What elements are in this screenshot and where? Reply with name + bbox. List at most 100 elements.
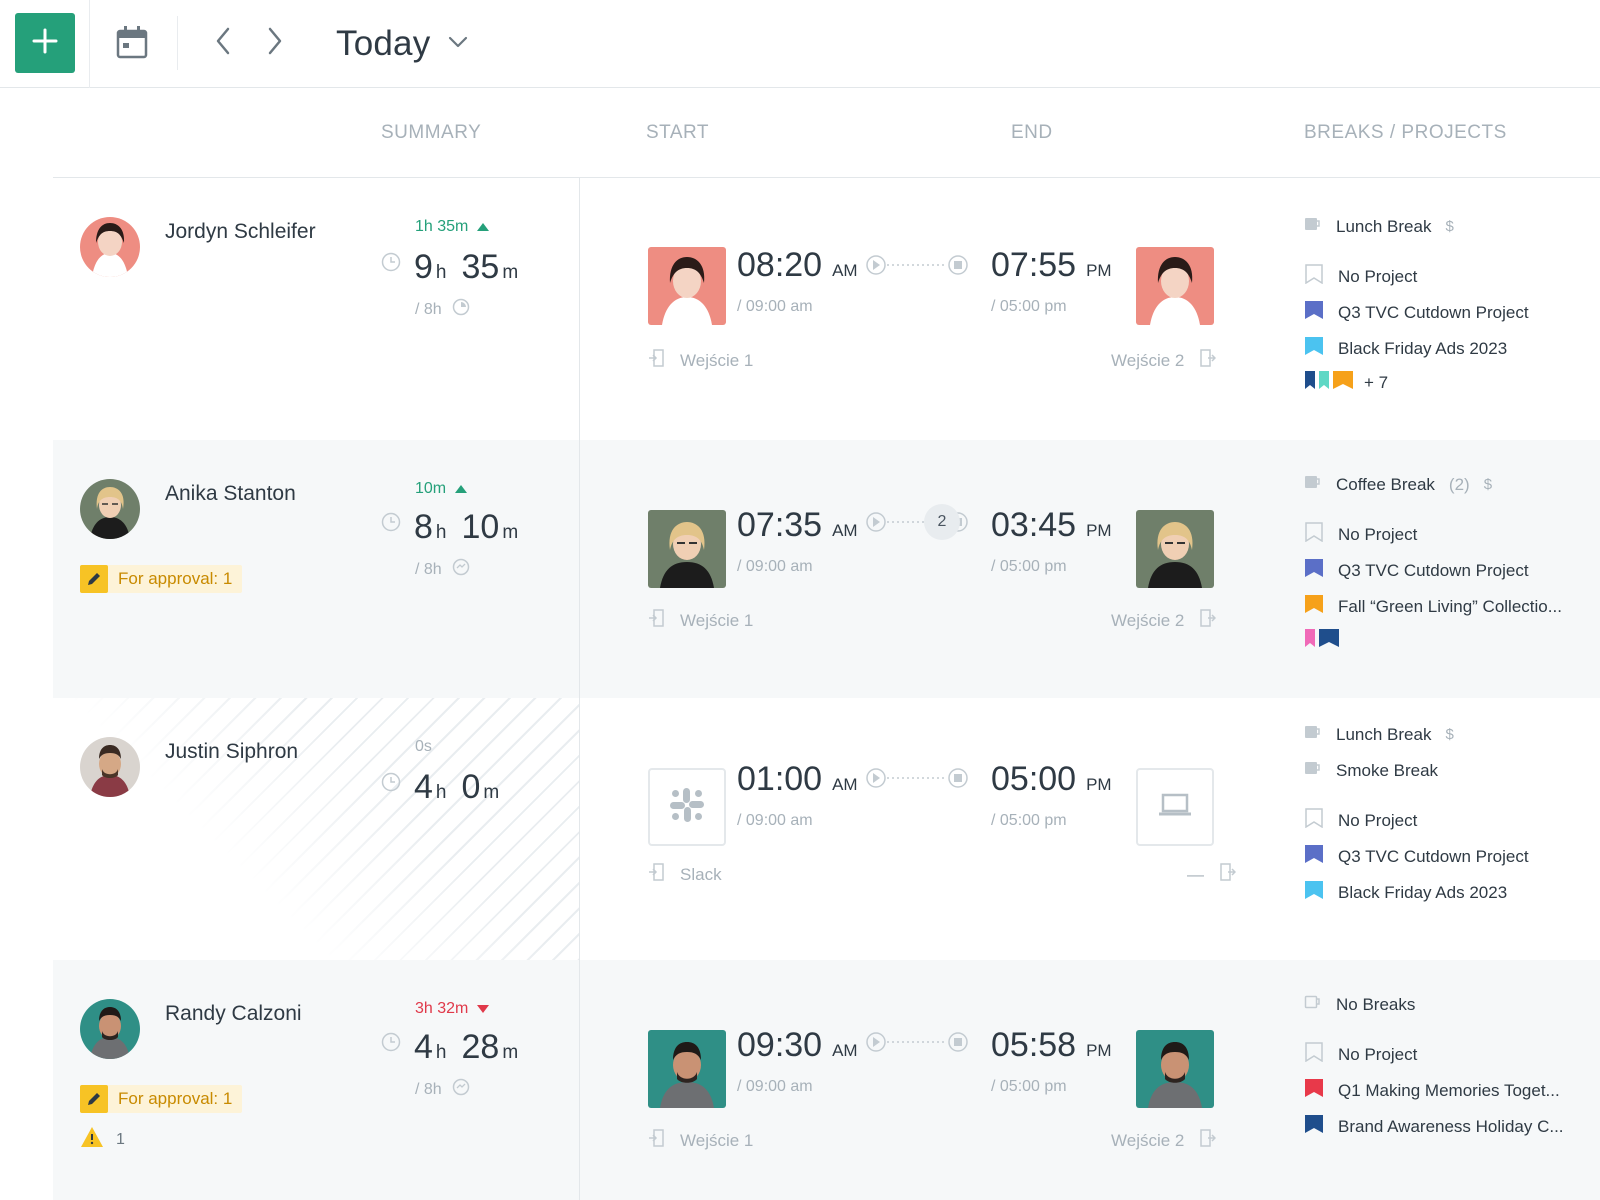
bookmark-icon — [1304, 844, 1324, 869]
clock-in-source: Slack — [648, 863, 722, 886]
calendar-button[interactable] — [112, 24, 152, 64]
project-item[interactable]: Black Friday Ads 2023 — [1304, 880, 1507, 905]
clock-in-photo[interactable] — [648, 510, 726, 588]
project-item[interactable]: Brand Awareness Holiday C... — [1304, 1114, 1564, 1139]
total-worked-time: 4h 0m — [381, 768, 514, 807]
coffee-cup-icon — [1304, 474, 1322, 495]
avatar — [80, 737, 140, 797]
project-item[interactable]: No Project — [1304, 522, 1417, 547]
table-row[interactable]: Jordyn Schleifer 1h 35m 9h 35 m / 8h 08:2… — [53, 178, 1600, 440]
break-item[interactable]: Lunch Break $ — [1304, 216, 1454, 237]
person-name[interactable]: Anika Stanton — [165, 482, 296, 506]
start-ampm: AM — [832, 261, 858, 280]
target-hours: / 8h — [415, 298, 470, 321]
end-time[interactable]: 03:45 PM — [991, 506, 1112, 545]
project-item[interactable]: Q3 TVC Cutdown Project — [1304, 300, 1529, 325]
break-item[interactable]: Coffee Break (2) $ — [1304, 474, 1492, 495]
start-time-value: 09:30 — [737, 1026, 823, 1064]
add-entry-button[interactable] — [15, 13, 75, 73]
clock-in-photo[interactable] — [648, 1030, 726, 1108]
more-projects[interactable] — [1304, 628, 1340, 653]
minutes-unit: m — [502, 522, 519, 543]
hours-unit: h — [435, 1042, 447, 1063]
hours-unit: h — [435, 522, 447, 543]
clock-out-photo[interactable] — [1136, 1030, 1214, 1108]
break-item[interactable]: No Breaks — [1304, 994, 1415, 1015]
break-item[interactable]: Lunch Break $ — [1304, 724, 1454, 745]
bookmark-icon — [1304, 594, 1324, 619]
project-item[interactable]: No Project — [1304, 264, 1417, 289]
person-name[interactable]: Randy Calzoni — [165, 1002, 302, 1026]
for-approval-badge[interactable]: For approval: 1 — [80, 1085, 243, 1113]
start-time[interactable]: 01:00 AM — [737, 760, 858, 799]
target-value: / 8h — [415, 1080, 442, 1098]
next-day-button[interactable] — [257, 25, 293, 61]
person-name[interactable]: Justin Siphron — [165, 740, 298, 764]
minutes-value: 35 — [461, 248, 500, 286]
clock-in-device[interactable] — [648, 768, 726, 846]
bookmark-icon — [1304, 880, 1324, 905]
time-difference: 0s — [415, 738, 432, 756]
break-label: Coffee Break — [1336, 474, 1435, 494]
project-item[interactable]: Fall “Green Living” Collectio... — [1304, 594, 1562, 619]
hours-value: 4 — [414, 768, 433, 806]
planned-start: / 09:00 am — [737, 1078, 813, 1095]
start-time[interactable]: 07:35 AM — [737, 506, 858, 545]
end-time[interactable]: 07:55 PM — [991, 246, 1112, 285]
person-name[interactable]: Jordyn Schleifer — [165, 220, 316, 244]
table-row[interactable]: Anika Stanton For approval: 1 10m 8h 10 m… — [53, 440, 1600, 698]
arrow-up-icon — [455, 480, 468, 498]
more-projects[interactable]: + 7 — [1304, 370, 1388, 395]
clock-out-device[interactable] — [1136, 768, 1214, 846]
door-exit-icon — [1200, 1129, 1217, 1152]
project-item[interactable]: No Project — [1304, 1042, 1417, 1067]
difference-value: 3h 32m — [415, 1000, 469, 1017]
end-ampm: PM — [1086, 1041, 1112, 1060]
end-time[interactable]: 05:00 PM — [991, 760, 1112, 799]
start-time[interactable]: 09:30 AM — [737, 1026, 858, 1065]
start-end-connector — [866, 255, 968, 275]
project-item[interactable]: Black Friday Ads 2023 — [1304, 336, 1507, 361]
clock-icon — [381, 1032, 401, 1057]
target-hours: / 8h — [415, 558, 470, 581]
target-value: / 8h — [415, 560, 442, 578]
project-item[interactable]: No Project — [1304, 808, 1417, 833]
bookmark-icon — [1332, 370, 1354, 395]
project-item[interactable]: Q3 TVC Cutdown Project — [1304, 558, 1529, 583]
for-approval-badge[interactable]: For approval: 1 — [80, 565, 243, 593]
project-item[interactable]: Q3 TVC Cutdown Project — [1304, 844, 1529, 869]
start-time[interactable]: 08:20 AM — [737, 246, 858, 285]
door-exit-icon — [1200, 349, 1217, 372]
clock-out-photo[interactable] — [1136, 247, 1214, 325]
clock-in-source-label: Wejście 1 — [680, 1130, 754, 1150]
toolbar-divider — [177, 16, 178, 70]
project-item[interactable]: Q1 Making Memories Toget... — [1304, 1078, 1560, 1103]
end-time[interactable]: 05:58 PM — [991, 1026, 1112, 1065]
breaks-count-badge[interactable]: 2 — [924, 504, 960, 540]
paid-icon: $ — [1445, 726, 1454, 743]
bookmark-outline-icon — [1304, 522, 1324, 547]
door-exit-icon — [1220, 863, 1237, 886]
project-label: Q3 TVC Cutdown Project — [1338, 846, 1529, 866]
summary-column-divider — [579, 178, 580, 1200]
table-row[interactable]: Justin Siphron 0s 4h 0m 01:00 AM / 09:00 … — [53, 698, 1600, 960]
period-selector[interactable]: Today — [336, 22, 468, 66]
break-item[interactable]: Smoke Break — [1304, 760, 1438, 781]
start-ampm: AM — [832, 521, 858, 540]
target-hours: / 8h — [415, 1078, 470, 1101]
project-label: Black Friday Ads 2023 — [1338, 338, 1508, 358]
break-label: Lunch Break — [1336, 724, 1432, 744]
clock-out-photo[interactable] — [1136, 510, 1214, 588]
minutes-unit: m — [483, 782, 500, 803]
clock-in-photo[interactable] — [648, 247, 726, 325]
table-row[interactable]: Randy Calzoni For approval: 1 1 3h 32m 4… — [53, 960, 1600, 1200]
hours-value: 9 — [414, 248, 433, 286]
bookmark-icon — [1304, 1114, 1324, 1139]
warnings-indicator[interactable]: 1 — [80, 1126, 125, 1153]
bookmark-icon — [1304, 628, 1316, 653]
top-toolbar: Today — [0, 0, 1600, 88]
previous-day-button[interactable] — [205, 25, 241, 61]
chevron-right-icon — [267, 27, 283, 60]
start-end-connector — [866, 1032, 968, 1052]
arrow-down-icon — [477, 1000, 490, 1018]
